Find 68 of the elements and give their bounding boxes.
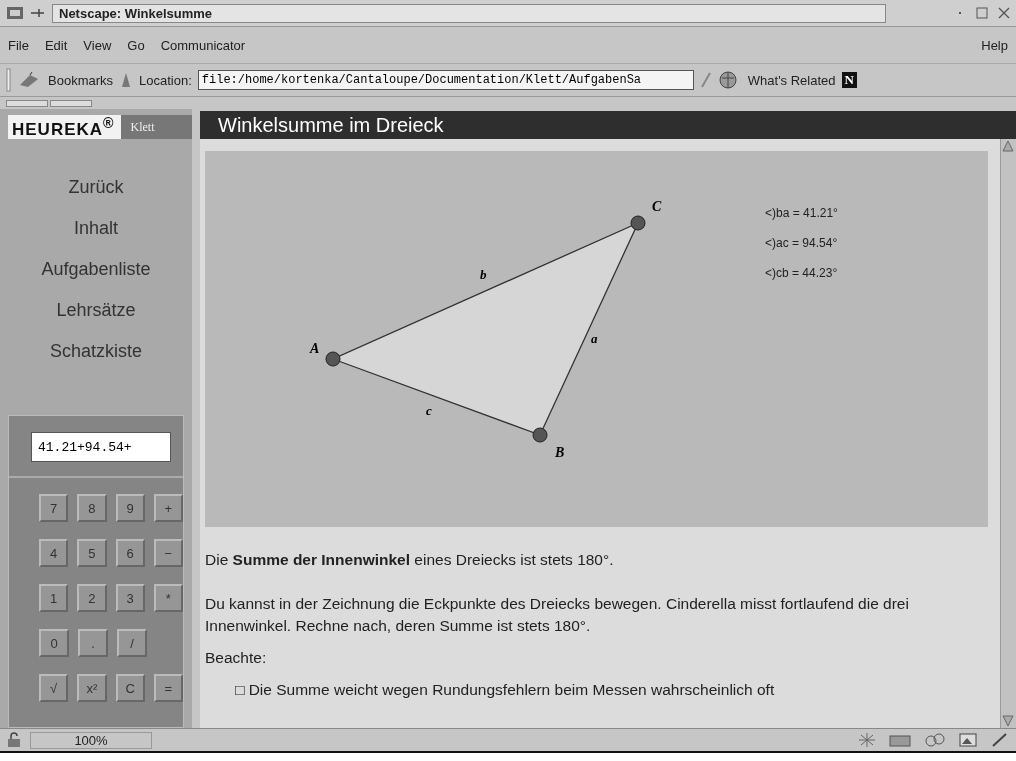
geometry-canvas[interactable]: A B C a b c <)ba = 41.21° <)ac = 94.54° <)cb = 44.23°	[205, 151, 988, 527]
chat-icon[interactable]	[924, 732, 946, 748]
zoom-level: 100%	[30, 731, 152, 749]
calculator-key[interactable]: /	[117, 629, 147, 657]
location-field[interactable]: file:/home/kortenka/Cantaloupe/Documentation/Klett/AufgabenSa	[197, 70, 694, 90]
scroll-down-icon[interactable]	[1001, 714, 1015, 728]
logo-text: HEUREKA$^{®}$	[11, 114, 116, 140]
brand-logo[interactable]: N	[841, 72, 857, 88]
angle-measurement: <)cb = 44.23°	[765, 266, 838, 280]
calculator-key[interactable]: 8	[77, 494, 107, 522]
calculator-key[interactable]: *	[153, 584, 183, 612]
calculator-key[interactable]: √	[39, 674, 69, 702]
angle-measurement: <)ac = 94.54°	[765, 236, 838, 250]
calculator-key[interactable]: 7	[39, 494, 69, 522]
toolbar-tab[interactable]	[6, 99, 48, 107]
calculator-key[interactable]: C	[115, 674, 145, 702]
calculator-key[interactable]: 3	[115, 584, 145, 612]
nav-link[interactable]: Inhalt	[73, 218, 118, 239]
triangle-drawing[interactable]	[325, 215, 646, 443]
calculator-key[interactable]: x²	[77, 674, 107, 702]
calculator-key[interactable]: −	[153, 539, 183, 567]
paragraph: Du kannst in der Zeichnung die Eckpunkte des Dreiecks bewegen. Cinderella misst fortlaufend die drei Innenwinkel. Rechne nach, deren Summe ist stets 180°.	[205, 594, 910, 636]
close-icon[interactable]	[998, 7, 1010, 19]
calculator-key[interactable]: 6	[115, 539, 145, 567]
maximize-icon[interactable]	[976, 7, 988, 19]
calculator-key[interactable]: +	[153, 494, 183, 522]
menu-item[interactable]: View	[83, 37, 112, 53]
calculator-key[interactable]: 4	[39, 539, 69, 567]
menu-item[interactable]: File	[8, 37, 29, 53]
app-icon[interactable]	[6, 5, 24, 21]
page-title: Winkelsumme im Dreieck	[200, 111, 1016, 139]
display-field[interactable]: 41.21+94.54+	[31, 432, 171, 462]
nav-link[interactable]: Lehrsätze	[56, 300, 136, 321]
point-label: C	[652, 199, 662, 214]
toolbar-grip[interactable]	[6, 68, 12, 92]
nav-link[interactable]: Schatzkiste	[49, 341, 142, 362]
side-label: c	[426, 403, 432, 418]
nav-link[interactable]: Zurück	[68, 177, 124, 198]
pin-icon[interactable]	[30, 6, 46, 20]
menu-item[interactable]: Help	[981, 37, 1008, 53]
side-label: a	[591, 331, 598, 346]
angle-measurement: <)ba = 41.21°	[765, 206, 838, 220]
calculator-key[interactable]: 5	[77, 539, 107, 567]
toolbar-tab[interactable]	[50, 99, 92, 107]
paragraph: Die Summe der Innenwinkel eines Dreiecks ist stets 180°.	[205, 550, 615, 570]
point-label: B	[555, 445, 565, 460]
calculator-key[interactable]: =	[153, 674, 183, 702]
scrollbar[interactable]	[1000, 139, 1016, 728]
menu-item[interactable]: Go	[127, 37, 145, 53]
bookmarks-button[interactable]: Bookmarks	[48, 72, 114, 88]
calculator-key[interactable]: 9	[115, 494, 145, 522]
sparkle-icon[interactable]	[858, 732, 876, 748]
calculator-key[interactable]: 2	[77, 584, 107, 612]
related-button[interactable]: What's Related	[747, 72, 836, 88]
side-label: b	[480, 267, 487, 282]
publisher-logo: Klett	[120, 115, 192, 139]
menu-item[interactable]: Communicator	[160, 37, 246, 53]
calculator-key[interactable]: .	[78, 629, 108, 657]
calculator-key[interactable]: 1	[39, 584, 69, 612]
note-label: Beachte:	[205, 649, 268, 667]
menu-item[interactable]: Edit	[44, 37, 68, 53]
point-label: A	[310, 341, 320, 356]
bullet-item: □ Die Summe weicht wegen Rundungsfehlern beim Messen wahrscheinlich oft	[235, 681, 776, 699]
picture-icon[interactable]	[958, 732, 978, 748]
location-label: Location:	[139, 72, 192, 88]
calculator-key[interactable]: 0	[39, 629, 69, 657]
nav-link[interactable]: Aufgabenliste	[41, 259, 151, 280]
window-title: Netscape: Winkelsumme	[52, 3, 886, 23]
